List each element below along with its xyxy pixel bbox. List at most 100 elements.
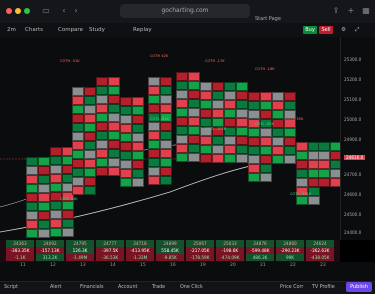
- script-button[interactable]: Script: [4, 282, 18, 294]
- status-bar: [0, 272, 375, 281]
- tabs-overview-icon[interactable]: ▦: [360, 5, 372, 17]
- footprint-cell: [296, 142, 308, 151]
- buy-button[interactable]: Buy: [303, 26, 317, 34]
- footprint-cell: [236, 82, 248, 91]
- stat-top-cell: 24363: [6, 240, 34, 247]
- sidebar-icon[interactable]: ▭: [40, 5, 52, 17]
- stat-low-cell: -474.09K: [216, 254, 244, 261]
- tv-profile-button[interactable]: TV Profile: [312, 282, 335, 294]
- minimize-window-icon[interactable]: [15, 8, 21, 14]
- footprint-cell: [188, 81, 200, 90]
- footprint-cell: [160, 77, 172, 86]
- fullscreen-icon[interactable]: ⤢: [352, 23, 362, 37]
- footprint-cell: [120, 115, 132, 124]
- date-label: 11: [20, 263, 26, 268]
- footprint-cell: [176, 108, 188, 117]
- footprint-cell: [188, 108, 200, 117]
- footprint-cell: [120, 160, 132, 169]
- maximize-window-icon[interactable]: [24, 8, 30, 14]
- footprint-cell: [132, 142, 144, 151]
- footprint-cell: [188, 90, 200, 99]
- share-icon[interactable]: ⇪: [330, 5, 342, 17]
- footprint-cell: [200, 136, 212, 145]
- price-tick: 24900.0: [344, 137, 362, 142]
- footprint-cell: [72, 96, 84, 105]
- date-axis: 11 12 13 14 15 16 19 20 21 22 23: [0, 262, 375, 272]
- settings-icon[interactable]: ⚙: [338, 23, 349, 37]
- back-icon[interactable]: ‹: [58, 5, 70, 17]
- footprint-cell: [38, 157, 50, 166]
- sell-button[interactable]: Sell: [319, 26, 333, 34]
- close-window-icon[interactable]: [6, 8, 12, 14]
- footprint-cell: [224, 100, 236, 109]
- footprint-cell: [132, 106, 144, 115]
- trade-button[interactable]: Trade: [152, 282, 165, 294]
- stat-low-cell: -36.53K: [96, 254, 124, 261]
- stat-top-cell: 24860: [276, 240, 304, 247]
- footprint-cell: [236, 91, 248, 100]
- footprint-cell: [160, 131, 172, 140]
- browser-bar: ▭ ‹ › gocharting.com Start Page ⇪ + ▦: [0, 0, 375, 24]
- footprint-cell: [120, 151, 132, 160]
- footprint-cell: [62, 210, 74, 219]
- publish-button[interactable]: Publish: [346, 282, 372, 292]
- footprint-cell: [26, 211, 38, 220]
- footprint-cell: [108, 140, 120, 149]
- footprint-cell: [84, 168, 96, 177]
- footprint-chart[interactable]: COTH -31K COTL 34K COTH 42K COTL -81K COTH -…: [0, 37, 342, 240]
- timeframe-select[interactable]: 2m: [4, 23, 19, 37]
- footprint-cell: [38, 202, 50, 211]
- footprint-cell: [236, 136, 248, 145]
- footprint-cell: [296, 169, 308, 178]
- footprint-cell: [308, 196, 320, 205]
- footprint-cell: [96, 158, 108, 167]
- date-label: 12: [50, 263, 56, 268]
- replay-button[interactable]: Replay: [130, 23, 155, 37]
- footprint-cell: [284, 128, 296, 137]
- cot-label: COTH 35K: [285, 117, 304, 121]
- alert-button[interactable]: Alert: [50, 282, 61, 294]
- account-button[interactable]: Account: [118, 282, 137, 294]
- forward-icon[interactable]: ›: [70, 5, 82, 17]
- price-corr-button[interactable]: Price Corr: [280, 282, 303, 294]
- footprint-cell: [236, 100, 248, 109]
- footprint-cell: [296, 151, 308, 160]
- new-tab-icon[interactable]: +: [345, 5, 357, 17]
- compare-button[interactable]: Compare: [55, 23, 86, 37]
- footprint-cell: [62, 219, 74, 228]
- footprint-cell: [84, 141, 96, 150]
- footprint-cell: [224, 154, 236, 163]
- footprint-cell: [84, 159, 96, 168]
- footprint-cell: [160, 95, 172, 104]
- price-axis[interactable]: 25300.0 25200.0 25100.0 25000.0 24900.0 …: [340, 37, 375, 240]
- footprint-cell: [176, 126, 188, 135]
- footprint-cell: [72, 114, 84, 123]
- price-tick: 25300.0: [344, 57, 362, 62]
- footprint-cell: [212, 154, 224, 163]
- stat-mid-cell: -290.23K: [276, 247, 304, 254]
- footprint-cell: [120, 106, 132, 115]
- footprint-cell: [84, 114, 96, 123]
- charts-button[interactable]: Charts: [22, 23, 46, 37]
- footprint-cell: [38, 229, 50, 238]
- address-bar[interactable]: gocharting.com: [120, 4, 250, 18]
- footprint-cell: [296, 160, 308, 169]
- tab-start-page[interactable]: Start Page: [255, 16, 281, 22]
- footprint-cell: [236, 145, 248, 154]
- one-click-button[interactable]: One Click: [180, 282, 203, 294]
- footprint-cell: [260, 164, 272, 173]
- footprint-cell: [272, 137, 284, 146]
- footprint-cell: [26, 220, 38, 229]
- footprint-cell: [96, 167, 108, 176]
- footprint-cell: [38, 211, 50, 220]
- footprint-cell: [212, 145, 224, 154]
- footprint-cell: [200, 91, 212, 100]
- footprint-cell: [96, 104, 108, 113]
- footprint-cell: [132, 115, 144, 124]
- footprint-cell: [200, 154, 212, 163]
- footprint-cell: [148, 77, 160, 86]
- financials-button[interactable]: Financials: [80, 282, 104, 294]
- study-button[interactable]: Study: [86, 23, 108, 37]
- stat-mid-cell: -413.95K: [126, 247, 154, 254]
- footprint-cell: [318, 169, 330, 178]
